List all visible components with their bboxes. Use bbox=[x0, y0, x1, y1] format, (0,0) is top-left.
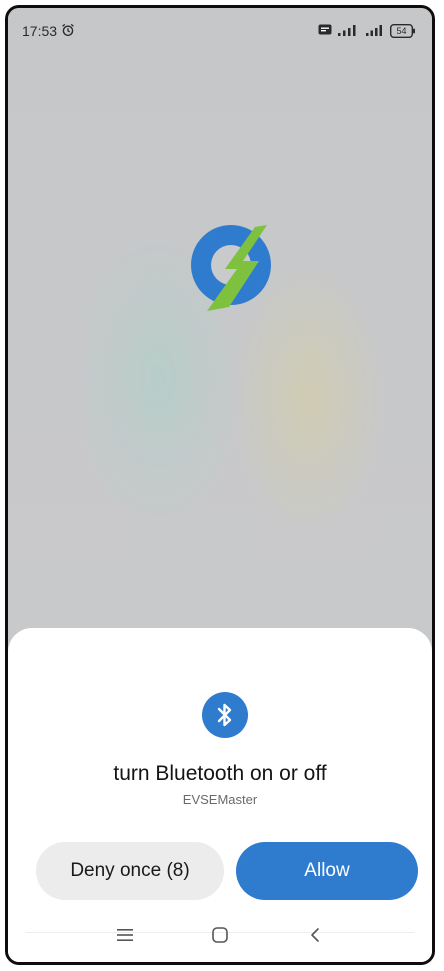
bluetooth-icon bbox=[202, 692, 248, 738]
status-time: 17:53 bbox=[22, 23, 58, 39]
menu-icon[interactable] bbox=[105, 915, 145, 955]
evse-logo-icon bbox=[181, 215, 281, 315]
battery-icon: 54 bbox=[390, 24, 416, 38]
phone-frame: 17:53 54 turn Bluetooth on or off EVSEMa… bbox=[5, 5, 435, 965]
deny-once-button[interactable]: Deny once (8) bbox=[36, 842, 224, 900]
permission-title: turn Bluetooth on or off bbox=[113, 762, 327, 785]
battery-level: 54 bbox=[396, 26, 407, 36]
permission-sheet: turn Bluetooth on or off EVSEMaster Deny… bbox=[8, 628, 432, 962]
status-right: 54 bbox=[318, 23, 416, 39]
navigation-bar bbox=[8, 908, 432, 962]
signal-icon bbox=[366, 23, 384, 39]
back-icon[interactable] bbox=[295, 915, 335, 955]
allow-button[interactable]: Allow bbox=[236, 842, 418, 900]
message-icon bbox=[318, 23, 332, 39]
home-icon[interactable] bbox=[200, 915, 240, 955]
status-left: 17:53 bbox=[22, 23, 75, 40]
permission-app-name: EVSEMaster bbox=[182, 792, 258, 807]
status-bar: 17:53 54 bbox=[8, 8, 432, 54]
alarm-icon bbox=[61, 23, 75, 40]
signal-icon bbox=[338, 23, 360, 39]
